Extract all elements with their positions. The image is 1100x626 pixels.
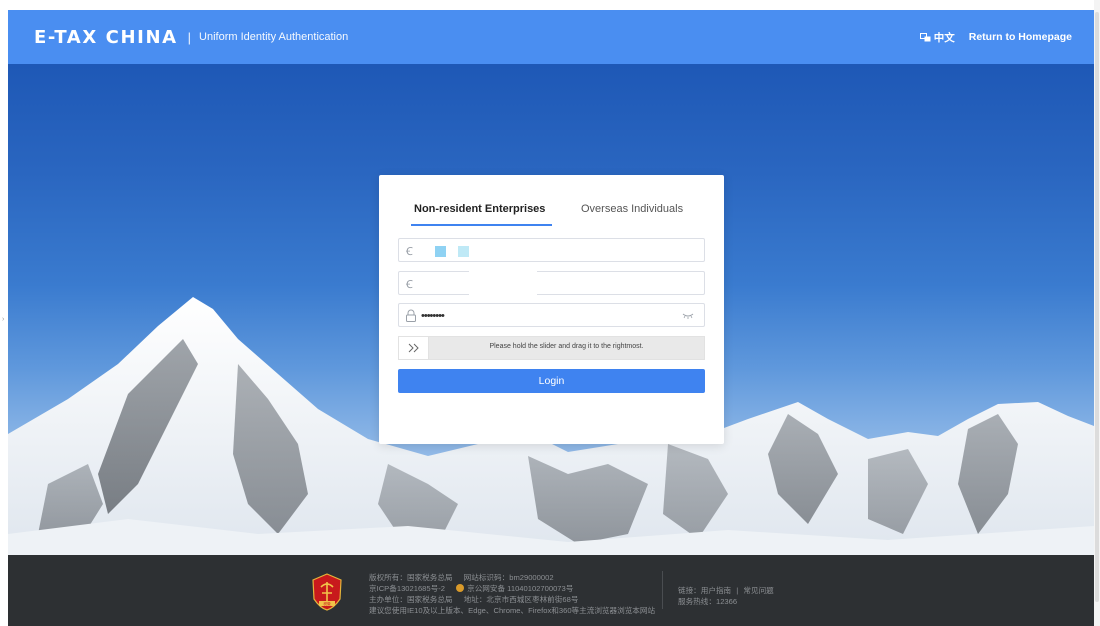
username-input[interactable]: Ꞓ <box>398 264 705 300</box>
double-chevron-right-icon <box>408 343 419 353</box>
password-value: •••••••• <box>421 310 445 322</box>
vertical-scrollbar[interactable] <box>1094 0 1100 626</box>
user-guide-link[interactable]: 用户指南 <box>701 586 731 595</box>
login-card: Non-resident Enterprises Overseas Indivi… <box>379 175 724 444</box>
site-id-text: 网站标识码：bm29000002 <box>463 573 554 582</box>
lock-icon <box>406 309 416 322</box>
links-label: 链接： <box>678 586 701 595</box>
password-input[interactable]: •••••••• <box>398 303 705 327</box>
eye-closed-icon[interactable] <box>682 313 694 319</box>
address-text: 地址：北京市西城区枣林前街68号 <box>463 595 579 604</box>
collapse-arrow-icon[interactable]: › <box>2 316 4 323</box>
header-separator: | <box>187 29 192 45</box>
tax-emblem-icon: 税徽 <box>312 573 342 611</box>
captcha-slider-track[interactable]: Please hold the slider and drag it to th… <box>398 336 705 360</box>
brand-logo-text[interactable]: E-TAX CHINA <box>34 27 178 48</box>
redacted-block <box>435 246 446 257</box>
emblem-label: 税徽 <box>323 601 331 606</box>
links-separator: | <box>736 586 739 595</box>
redacted-block <box>458 246 469 257</box>
header-subtitle: Uniform Identity Authentication <box>199 31 349 43</box>
browser-tip: 建议您使用IE10及以上版本、Edge、Chrome、Firefox和360等主… <box>369 606 656 615</box>
taxpayer-id-input[interactable]: Ꞓ <box>398 238 705 262</box>
language-icon <box>919 32 931 41</box>
icp-link[interactable]: 京ICP备13021685号-2 <box>369 584 445 593</box>
footer-links: 链接：用户指南 | 常见问题 服务热线：12366 <box>678 585 774 607</box>
redacted-block <box>469 264 537 300</box>
hotline-text: 服务热线：12366 <box>678 597 738 606</box>
slider-handle[interactable] <box>399 337 429 359</box>
return-homepage-link[interactable]: Return to Homepage <box>969 31 1072 43</box>
host-text: 主办单位：国家税务总局 <box>369 595 453 604</box>
left-edge: › <box>0 0 8 626</box>
top-margin <box>8 0 1094 10</box>
copyright-text: 版权所有：国家税务总局 <box>369 573 453 582</box>
active-tab-indicator <box>411 224 552 226</box>
language-switch[interactable]: 中文 <box>919 30 955 45</box>
footer-divider <box>662 571 663 609</box>
header-right: 中文 Return to Homepage <box>919 30 1072 45</box>
user-icon: Ꞓ <box>406 279 413 291</box>
login-tabs: Non-resident Enterprises Overseas Indivi… <box>398 203 705 227</box>
police-badge-icon <box>456 584 465 592</box>
page: › E-TAX CHINA | Uniform Identity Authent… <box>0 0 1100 626</box>
login-button[interactable]: Login <box>398 369 705 393</box>
id-card-icon: Ꞓ <box>406 246 413 258</box>
faq-link[interactable]: 常见问题 <box>743 586 773 595</box>
header: E-TAX CHINA | Uniform Identity Authentic… <box>8 10 1094 64</box>
slider-instruction: Please hold the slider and drag it to th… <box>489 343 644 350</box>
tab-overseas-individuals[interactable]: Overseas Individuals <box>581 203 683 227</box>
language-label: 中文 <box>933 31 955 44</box>
footer: 税徽 版权所有：国家税务总局 网站标识码：bm29000002 京ICP备130… <box>8 555 1094 626</box>
footer-info: 版权所有：国家税务总局 网站标识码：bm29000002 京ICP备130216… <box>369 572 655 616</box>
scrollbar-thumb[interactable] <box>1095 12 1099 602</box>
police-record-link[interactable]: 京公网安备 11040102700073号 <box>467 584 573 593</box>
